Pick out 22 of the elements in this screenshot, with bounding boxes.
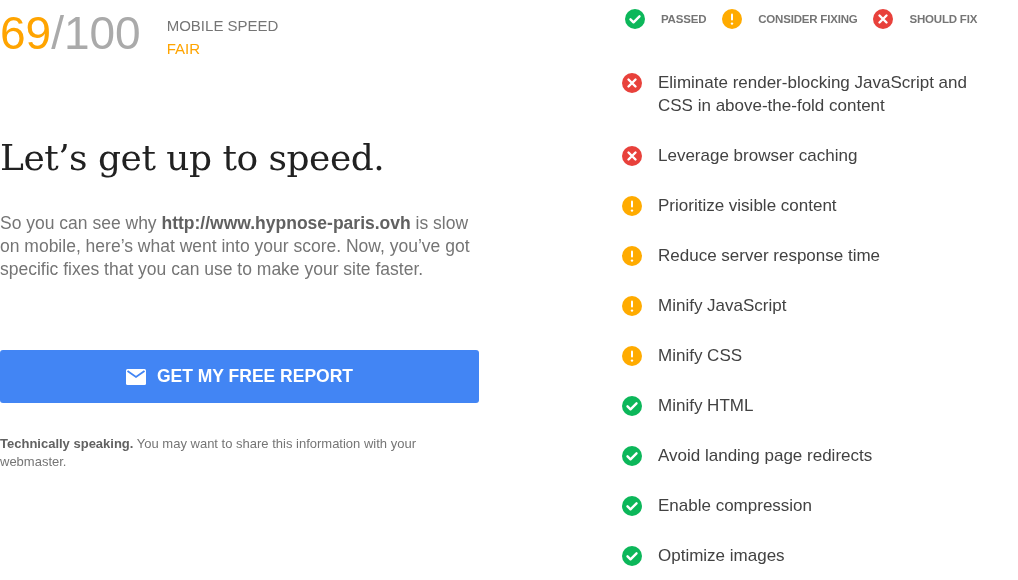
rule-label: Avoid landing page redirects <box>658 445 874 467</box>
rule-label: Minify JavaScript <box>658 295 788 317</box>
rule-label: Leverage browser caching <box>658 145 859 167</box>
note-paragraph: Technically speaking. You may want to share this information with your webmaster. <box>0 435 417 471</box>
rule-label: Minify CSS <box>658 345 744 367</box>
rule-label: Reduce server response time <box>658 245 882 267</box>
rule-label: Minify HTML <box>658 395 755 417</box>
legend-label: PASSED <box>661 13 707 25</box>
intro-paragraph: So you can see why http://www.hypnose-paris.ovh is slow on mobile, here’s what went into your score. Now, you’ve got specific fixes that you can use to make your site faster. <box>0 212 471 281</box>
rule-label: Enable compression <box>658 495 814 517</box>
score-rating: FAIR <box>166 40 202 57</box>
legend-label: CONSIDER FIXING <box>758 13 858 25</box>
score-value: 69 <box>0 10 52 56</box>
rule-label: Optimize images <box>658 545 786 567</box>
rule-label: Prioritize visible content <box>658 195 838 217</box>
score-label: MOBILE SPEED <box>166 17 279 34</box>
legend-label: SHOULD FIX <box>909 13 978 25</box>
report-button[interactable]: GET MY FREE REPORT <box>0 350 479 403</box>
envelope-icon <box>125 368 146 385</box>
page-heading: Let’s get up to speed. <box>0 137 386 178</box>
score-total: /100 <box>51 10 141 56</box>
rule-label: Eliminate render-blocking JavaScript and CSS in above-the-fold content <box>658 72 968 117</box>
